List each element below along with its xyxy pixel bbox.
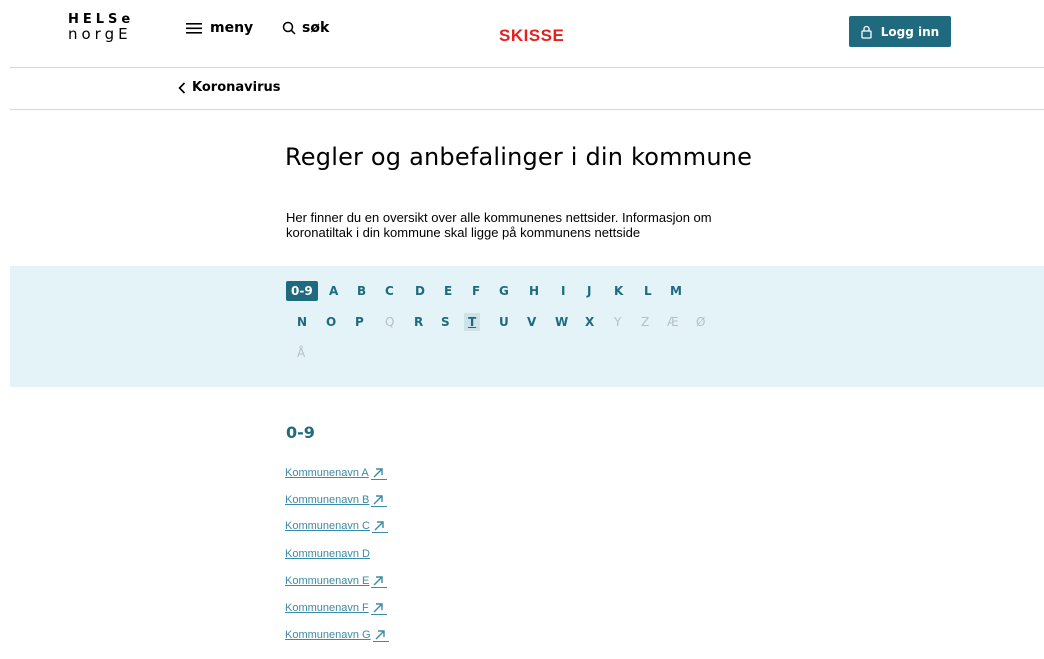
kommune-link[interactable]: Kommunenavn E — [285, 574, 388, 588]
alphabet-letter-æ: Æ — [667, 315, 679, 329]
alphabet-letter-w[interactable]: W — [555, 315, 568, 329]
login-button[interactable]: Logg inn — [849, 16, 951, 47]
kommune-link-label: Kommunenavn C — [285, 520, 370, 532]
kommune-link-label: Kommunenavn E — [285, 575, 370, 587]
alphabet-letter-b[interactable]: B — [357, 284, 366, 298]
alphabet-letter-x[interactable]: X — [585, 315, 594, 329]
lock-icon — [861, 25, 872, 39]
kommune-link[interactable]: Kommunenavn F — [285, 601, 387, 615]
alphabet-letter-ø: Ø — [696, 315, 706, 329]
sketch-label: SKISSE — [499, 26, 565, 45]
alphabet-letter-e[interactable]: E — [444, 284, 452, 298]
intro-text: Her finner du en oversikt over alle komm… — [286, 210, 712, 240]
search-button[interactable]: søk — [282, 20, 329, 36]
menu-label: meny — [210, 20, 254, 36]
alphabet-letter-s[interactable]: S — [441, 315, 450, 329]
alphabet-letter-j[interactable]: J — [587, 284, 591, 298]
kommune-link[interactable]: Kommunenavn D — [285, 548, 370, 560]
alphabet-letter-a[interactable]: A — [329, 284, 338, 298]
alphabet-letter-g[interactable]: G — [499, 284, 509, 298]
helsenorge-logo[interactable]: HELSe norgE — [68, 13, 134, 43]
alphabet-letter-l[interactable]: L — [644, 284, 652, 298]
alphabet-letter-m[interactable]: M — [670, 284, 682, 298]
external-link-icon — [370, 601, 387, 615]
alphabet-letter-h[interactable]: H — [529, 284, 539, 298]
alphabet-letter-r[interactable]: R — [414, 315, 423, 329]
menu-button[interactable]: meny — [186, 20, 253, 36]
kommune-link-label: Kommunenavn D — [285, 548, 370, 560]
chevron-left-icon — [178, 81, 186, 94]
header-divider — [10, 67, 1044, 68]
alphabet-letter-u[interactable]: U — [499, 315, 509, 329]
external-link-icon — [371, 493, 388, 507]
kommune-link[interactable]: Kommunenavn B — [285, 493, 388, 507]
alphabet-letter-p[interactable]: P — [355, 315, 364, 329]
login-label: Logg inn — [880, 24, 940, 39]
alphabet-letter-d[interactable]: D — [415, 284, 425, 298]
alphabet-letter-å: Å — [297, 346, 306, 360]
hamburger-icon — [186, 23, 202, 34]
kommune-link[interactable]: Kommunenavn A — [285, 466, 387, 480]
kommune-link[interactable]: Kommunenavn G — [285, 628, 389, 642]
back-link-label: Koronavirus — [192, 80, 281, 95]
external-link-icon — [372, 628, 389, 642]
kommune-link-label: Kommunenavn F — [285, 602, 369, 614]
alphabet-letter-q: Q — [385, 315, 395, 329]
external-link-icon — [372, 519, 388, 533]
alphabet-letter-o[interactable]: O — [326, 315, 336, 329]
alphabet-letter-v[interactable]: V — [527, 315, 536, 329]
alphabet-letter-y: Y — [614, 315, 622, 329]
alphabet-letter-f[interactable]: F — [472, 284, 480, 298]
search-label: søk — [302, 20, 330, 36]
kommune-link-label: Kommunenavn G — [285, 629, 371, 641]
alphabet-letter-c[interactable]: C — [385, 284, 394, 298]
page-title: Regler og anbefalinger i din kommune — [285, 143, 753, 171]
alphabet-letter-z: Z — [641, 315, 650, 329]
section-heading: 0-9 — [286, 423, 315, 442]
external-link-icon — [370, 466, 387, 480]
kommune-link-label: Kommunenavn A — [285, 467, 369, 479]
alphabet-letter-n[interactable]: N — [297, 315, 307, 329]
external-link-icon — [371, 574, 388, 588]
alphabet-letter-i[interactable]: I — [561, 284, 565, 298]
back-link[interactable]: Koronavirus — [178, 80, 280, 95]
search-icon — [282, 21, 296, 35]
alphabet-letter-k[interactable]: K — [614, 284, 623, 298]
breadcrumb-divider — [10, 109, 1044, 110]
kommune-link-label: Kommunenavn B — [285, 494, 370, 506]
alphabet-letter-0-9[interactable]: 0-9 — [286, 281, 318, 301]
alphabet-letter-t[interactable]: T — [464, 313, 481, 331]
kommune-link[interactable]: Kommunenavn C — [285, 519, 388, 533]
logo-bottom: norgE — [68, 25, 132, 43]
